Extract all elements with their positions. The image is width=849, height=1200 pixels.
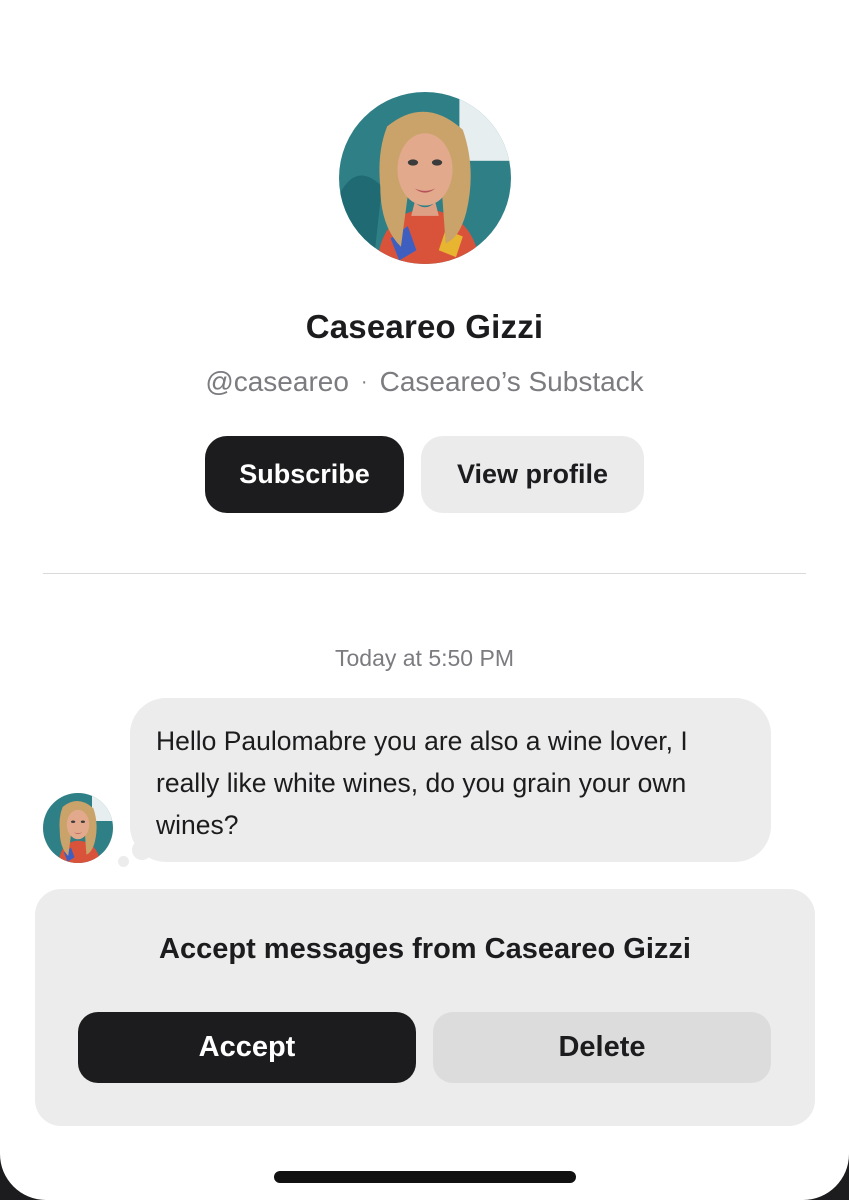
profile-avatar[interactable] bbox=[339, 92, 511, 264]
view-profile-button[interactable]: View profile bbox=[421, 436, 644, 513]
profile-handle[interactable]: @caseareo bbox=[205, 366, 349, 397]
request-title: Accept messages from Caseareo Gizzi bbox=[159, 933, 691, 965]
meta-separator: · bbox=[360, 371, 368, 393]
home-indicator[interactable] bbox=[274, 1171, 576, 1183]
bubble-tail-dot bbox=[118, 856, 129, 867]
message-request-panel: Accept messages from Caseareo Gizzi Acce… bbox=[35, 889, 815, 1126]
message-request-screen: Caseareo Gizzi @caseareo · Caseareo’s Subs… bbox=[0, 0, 849, 1200]
publication-link[interactable]: Caseareo’s Substack bbox=[380, 366, 644, 397]
delete-button[interactable]: Delete bbox=[433, 1012, 771, 1083]
bubble-tail bbox=[132, 840, 152, 860]
sender-avatar[interactable] bbox=[43, 793, 113, 863]
profile-meta: @caseareo · Caseareo’s Substack bbox=[0, 366, 849, 398]
message-timestamp: Today at 5:50 PM bbox=[335, 645, 514, 671]
subscribe-button[interactable]: Subscribe bbox=[205, 436, 404, 513]
message-bubble[interactable]: Hello Paulomabre you are also a wine lov… bbox=[130, 698, 771, 862]
accept-button[interactable]: Accept bbox=[78, 1012, 416, 1083]
divider bbox=[43, 573, 806, 574]
profile-photo-icon bbox=[339, 92, 511, 264]
profile-name: Caseareo Gizzi bbox=[305, 308, 544, 345]
sender-photo-icon bbox=[43, 793, 113, 863]
